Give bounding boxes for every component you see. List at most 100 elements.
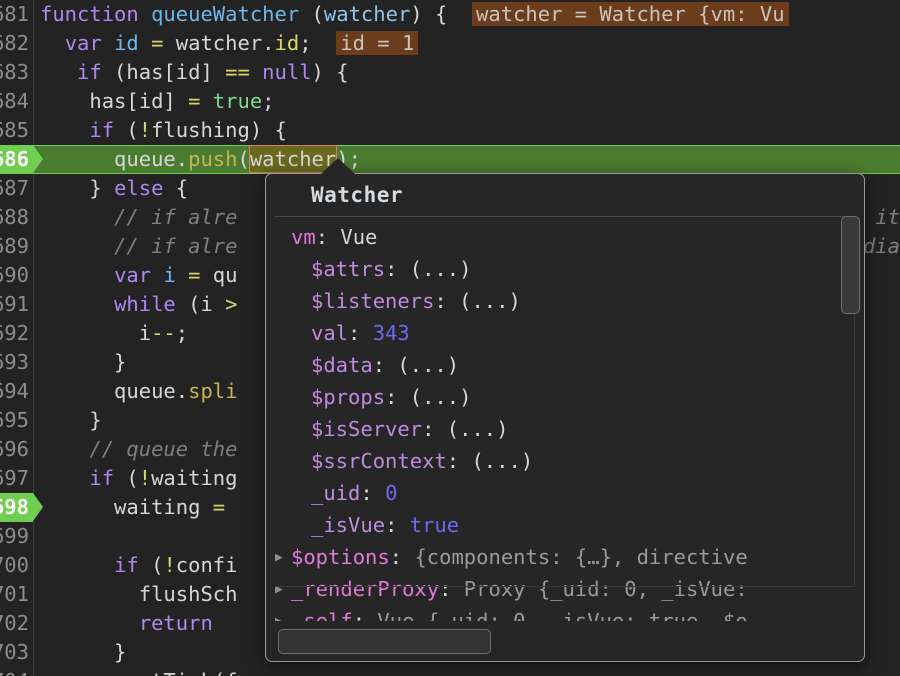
- line-number[interactable]: 696: [0, 435, 33, 464]
- code-line-text[interactable]: if (!waiting: [40, 464, 237, 493]
- code-line-text[interactable]: if (has[id] == null) {: [40, 58, 349, 87]
- property-row[interactable]: $ssrContext: (...): [266, 445, 864, 477]
- line-number[interactable]: 684: [0, 87, 33, 116]
- code-token: (: [138, 553, 164, 577]
- expand-triangle-icon[interactable]: ▶: [275, 542, 291, 574]
- line-number[interactable]: 695: [0, 406, 33, 435]
- line-number[interactable]: 697: [0, 464, 33, 493]
- property-value[interactable]: (...): [447, 417, 509, 441]
- property-row[interactable]: ▶ _renderProxy: Proxy {_uid: 0, _isVue:: [266, 573, 864, 605]
- code-line-text[interactable]: }: [40, 638, 126, 667]
- code-line[interactable]: 704 nextTick(f: [0, 667, 900, 676]
- code-line-text[interactable]: if (!confi: [40, 551, 237, 580]
- code-line-text[interactable]: var id = watcher.id; id = 1: [40, 29, 419, 58]
- property-value[interactable]: Vue: [340, 225, 377, 249]
- property-value[interactable]: Proxy {_uid: 0, _isVue:: [464, 577, 748, 601]
- line-number[interactable]: 685: [0, 116, 33, 145]
- line-number[interactable]: 703: [0, 638, 33, 667]
- tooltip-vertical-scroll-thumb[interactable]: [841, 216, 860, 314]
- property-value[interactable]: 343: [373, 321, 410, 345]
- line-number[interactable]: 698: [0, 493, 33, 522]
- property-value[interactable]: (...): [397, 353, 459, 377]
- object-inspector-tooltip[interactable]: Watcher vm: Vue $attrs: (...) $listeners: …: [265, 173, 865, 662]
- property-value[interactable]: Vue {_uid: 0, _isVue: true, $o: [377, 609, 747, 621]
- property-value[interactable]: (...): [410, 385, 472, 409]
- code-line-text[interactable]: // if alre: [40, 232, 237, 261]
- line-number[interactable]: 690: [0, 261, 33, 290]
- line-number[interactable]: 699: [0, 522, 33, 551]
- code-token: if: [89, 118, 115, 142]
- property-row[interactable]: ▶ $options: {components: {…}, directive: [266, 541, 864, 573]
- tooltip-vertical-scrollbar[interactable]: [839, 216, 860, 619]
- property-row[interactable]: ▶_self: Vue {_uid: 0, _isVue: true, $o: [266, 605, 864, 621]
- code-token: =: [188, 89, 201, 113]
- property-row[interactable]: $attrs: (...): [266, 253, 864, 285]
- tooltip-property-list[interactable]: vm: Vue $attrs: (...) $listeners: (...) val…: [266, 217, 864, 621]
- line-number[interactable]: 700: [0, 551, 33, 580]
- code-line-text[interactable]: queue.spli: [40, 377, 237, 406]
- code-line-text[interactable]: while (i >: [40, 290, 237, 319]
- code-line[interactable]: 682 var id = watcher.id; id = 1: [0, 29, 900, 58]
- property-row[interactable]: $data: (...): [266, 349, 864, 381]
- code-line-text[interactable]: nextTick(f: [40, 667, 237, 676]
- line-number[interactable]: 691: [0, 290, 33, 319]
- code-line-text[interactable]: waiting =: [40, 493, 225, 522]
- code-line-text[interactable]: }: [40, 406, 101, 435]
- line-number[interactable]: 692: [0, 319, 33, 348]
- code-line[interactable]: 681function queueWatcher (watcher) { wat…: [0, 0, 900, 29]
- line-number[interactable]: 683: [0, 58, 33, 87]
- line-number[interactable]: 704: [0, 667, 33, 676]
- code-line[interactable]: 685 if (!flushing) {: [0, 116, 900, 145]
- code-line-text[interactable]: // if alre: [40, 203, 237, 232]
- property-key: $options: [291, 545, 390, 569]
- line-number[interactable]: 701: [0, 580, 33, 609]
- property-row[interactable]: _uid: 0: [266, 477, 864, 509]
- inline-debug-value[interactable]: id = 1: [336, 31, 419, 55]
- property-value[interactable]: 0: [385, 481, 397, 505]
- line-number[interactable]: 686: [0, 145, 33, 174]
- tooltip-horizontal-scroll-thumb[interactable]: [278, 629, 491, 654]
- execution-pointer-icon: [33, 145, 43, 173]
- property-value[interactable]: {components: {…}, directive: [414, 545, 747, 569]
- code-line[interactable]: 683 if (has[id] == null) {: [0, 58, 900, 87]
- code-line-text[interactable]: } else {: [40, 174, 188, 203]
- code-token: !: [138, 118, 152, 142]
- property-row[interactable]: vm: Vue: [266, 221, 864, 253]
- code-line-text[interactable]: return: [40, 609, 213, 638]
- code-line-text[interactable]: var i = qu: [40, 261, 237, 290]
- inline-debug-value[interactable]: watcher = Watcher {vm: Vu: [472, 2, 789, 26]
- property-value[interactable]: (...): [459, 289, 521, 313]
- expand-triangle-icon[interactable]: ▶: [275, 606, 291, 621]
- line-number[interactable]: 702: [0, 609, 33, 638]
- line-number[interactable]: 688: [0, 203, 33, 232]
- line-number[interactable]: 687: [0, 174, 33, 203]
- property-row[interactable]: _isVue: true: [266, 509, 864, 541]
- code-line-text[interactable]: function queueWatcher (watcher) { watche…: [40, 0, 789, 29]
- property-colon: :: [315, 225, 341, 249]
- code-line-text[interactable]: queue.push(watcher);: [40, 145, 361, 174]
- property-row[interactable]: val: 343: [266, 317, 864, 349]
- code-line-text[interactable]: // queue the: [40, 435, 237, 464]
- property-row[interactable]: $props: (...): [266, 381, 864, 413]
- property-value[interactable]: (...): [410, 257, 472, 281]
- line-number[interactable]: 682: [0, 29, 33, 58]
- expand-triangle-icon[interactable]: ▶: [275, 574, 291, 606]
- code-token: flushSch: [40, 582, 238, 606]
- code-line[interactable]: 686 queue.push(watcher);: [0, 145, 900, 174]
- gutter-separator: [33, 406, 34, 435]
- code-line-text[interactable]: }: [40, 348, 126, 377]
- code-line[interactable]: 684 has[id] = true;: [0, 87, 900, 116]
- tooltip-horizontal-scrollbar[interactable]: [275, 629, 834, 655]
- line-number[interactable]: 693: [0, 348, 33, 377]
- line-number[interactable]: 694: [0, 377, 33, 406]
- line-number[interactable]: 681: [0, 0, 33, 29]
- property-row[interactable]: $isServer: (...): [266, 413, 864, 445]
- code-line-text[interactable]: flushSch: [40, 580, 238, 609]
- code-line-text[interactable]: has[id] = true;: [40, 87, 274, 116]
- property-value[interactable]: (...): [471, 449, 533, 473]
- line-number[interactable]: 689: [0, 232, 33, 261]
- code-line-text[interactable]: if (!flushing) {: [40, 116, 286, 145]
- property-row[interactable]: $listeners: (...): [266, 285, 864, 317]
- property-value[interactable]: true: [410, 513, 459, 537]
- code-line-text[interactable]: i--;: [40, 319, 188, 348]
